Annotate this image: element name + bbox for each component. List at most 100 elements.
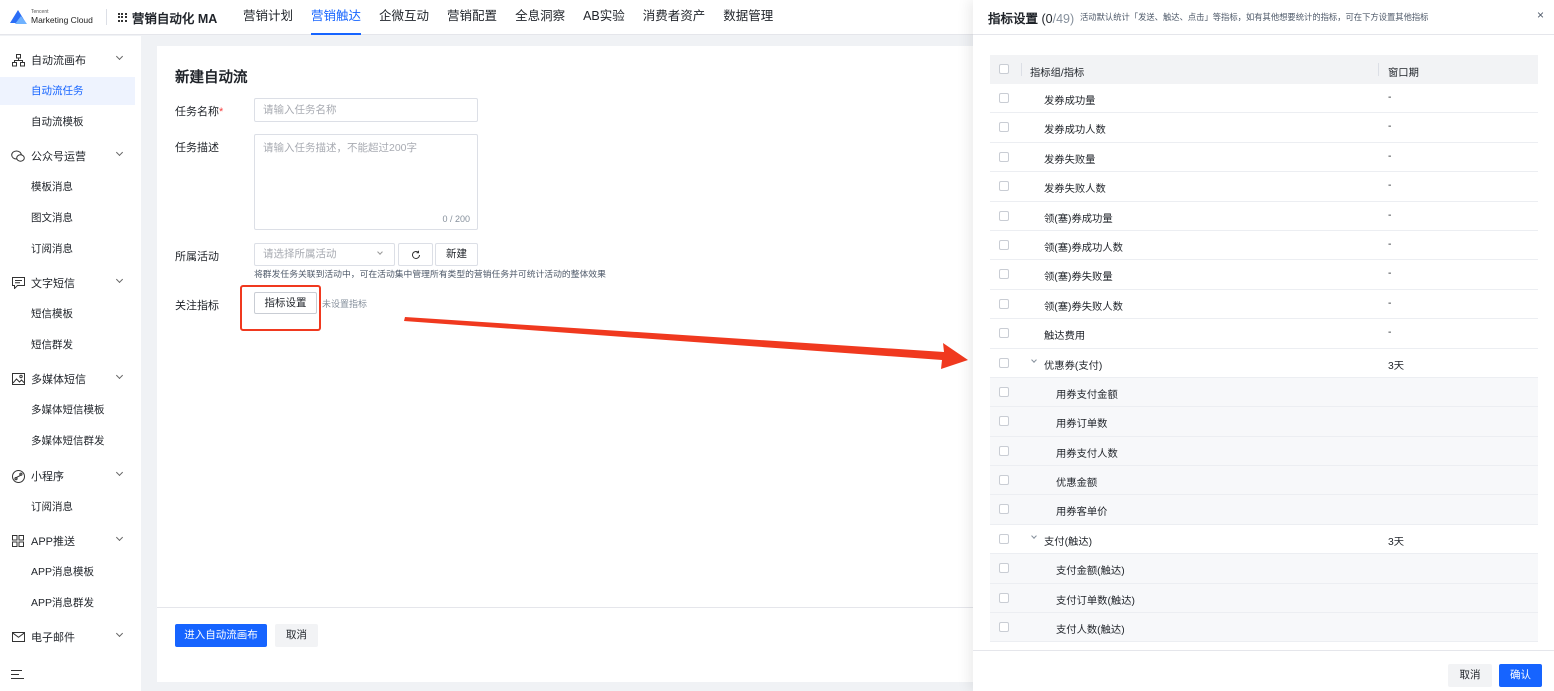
apps-grid-icon — [117, 12, 127, 22]
select-all-checkbox[interactable] — [999, 64, 1009, 74]
drawer-header: 指标设置 (0/49) 活动默认统计「发送、触达、点击」等指标，如有其他想要统计… — [973, 0, 1554, 35]
metric-name: 用券支付金额 — [1056, 389, 1118, 401]
sidebar-item-app-template[interactable]: APP消息模板 — [0, 558, 141, 586]
cancel-button[interactable]: 取消 — [275, 624, 318, 647]
metric-name: 优惠金额 — [1056, 478, 1098, 490]
row-checkbox[interactable] — [999, 504, 1009, 515]
row-checkbox[interactable] — [999, 592, 1009, 603]
nav-item-consumer-assets[interactable]: 消费者资产 — [643, 0, 706, 35]
logo-small-text: Tencent — [31, 8, 49, 15]
task-desc-textarea[interactable]: 请输入任务描述，不能超过200字 0 / 200 — [254, 134, 478, 230]
row-checkbox[interactable] — [999, 622, 1009, 633]
metric-name: 领(塞)券失败人数 — [1044, 301, 1123, 313]
row-checkbox[interactable] — [999, 93, 1009, 103]
tencent-marketing-cloud-logo[interactable]: Tencent Marketing Cloud — [10, 8, 93, 25]
nav-item-wecom[interactable]: 企微互动 — [379, 0, 429, 35]
metric-name: 优惠券(支付) — [1044, 360, 1103, 372]
refresh-button[interactable] — [398, 243, 433, 266]
metric-row[interactable]: 用券订单数 — [990, 407, 1538, 437]
row-checkbox[interactable] — [999, 357, 1009, 368]
sidebar-group-miniprogram[interactable]: 小程序 — [0, 462, 141, 490]
main-nav: 营销计划 营销触达 企微互动 营销配置 全息洞察 AB实验 消费者资产 数据管理 — [234, 0, 782, 35]
sidebar-item-flow-tasks[interactable]: 自动流任务 — [0, 77, 135, 105]
metric-row[interactable]: 发券成功人数 - — [990, 113, 1538, 143]
metric-row[interactable]: 发券失败量 - — [990, 143, 1538, 173]
row-checkbox[interactable] — [999, 563, 1009, 574]
row-checkbox[interactable] — [999, 122, 1009, 133]
drawer-cancel-button[interactable]: 取消 — [1448, 664, 1492, 687]
nav-item-data-management[interactable]: 数据管理 — [723, 0, 773, 35]
row-checkbox[interactable] — [999, 328, 1009, 339]
row-checkbox[interactable] — [999, 210, 1009, 221]
chevron-down-icon — [115, 533, 124, 542]
nav-item-insight[interactable]: 全息洞察 — [515, 0, 565, 35]
metric-name: 领(塞)券成功量 — [1044, 213, 1113, 225]
metric-group-row[interactable]: 优惠券(支付) 3天 — [990, 349, 1538, 378]
divider — [105, 9, 107, 25]
new-activity-button[interactable]: 新建 — [435, 243, 478, 266]
row-checkbox[interactable] — [999, 269, 1009, 280]
nav-item-ab-test[interactable]: AB实验 — [583, 0, 625, 35]
nav-item-plan[interactable]: 营销计划 — [243, 0, 293, 35]
row-checkbox[interactable] — [999, 239, 1009, 250]
metric-row[interactable]: 优惠金额 — [990, 466, 1538, 496]
row-checkbox[interactable] — [999, 386, 1009, 397]
task-desc-label: 任务描述 — [175, 142, 219, 154]
sidebar-item-miniprogram-subscribe[interactable]: 订阅消息 — [0, 493, 141, 521]
metric-row[interactable]: 用券支付金额 — [990, 377, 1538, 408]
drawer-confirm-button[interactable]: 确认 — [1499, 664, 1542, 687]
metric-name: 用券订单数 — [1056, 419, 1108, 431]
task-name-input[interactable]: 请输入任务名称 — [254, 98, 478, 122]
metric-row[interactable]: 发券失败人数 - — [990, 172, 1538, 202]
sidebar-group-flow[interactable]: 自动流画布 — [0, 46, 141, 74]
sidebar-item-subscribe-message[interactable]: 订阅消息 — [0, 235, 141, 263]
metric-row[interactable]: 触达费用 - — [990, 319, 1538, 349]
drawer-title: 指标设置 (0/49) — [988, 12, 1075, 26]
sidebar-item-sms-template[interactable]: 短信模板 — [0, 300, 141, 328]
close-icon[interactable]: × — [1537, 8, 1544, 22]
nav-item-config[interactable]: 营销配置 — [447, 0, 497, 35]
app-switcher[interactable]: 营销自动化 MA — [117, 8, 217, 27]
sidebar-item-flow-templates[interactable]: 自动流模板 — [0, 108, 141, 136]
row-checkbox[interactable] — [999, 445, 1009, 456]
row-checkbox[interactable] — [999, 475, 1009, 486]
metric-row[interactable]: 用券支付人数 — [990, 436, 1538, 467]
activity-select[interactable]: 请选择所属活动 — [254, 243, 395, 266]
sidebar-item-article-message[interactable]: 图文消息 — [0, 204, 141, 232]
sidebar-item-app-broadcast[interactable]: APP消息群发 — [0, 589, 141, 617]
metric-row[interactable]: 发券成功量 - — [990, 84, 1538, 114]
metric-row[interactable]: 领(塞)券成功量 - — [990, 202, 1538, 231]
metric-row[interactable]: 支付人数(触达) — [990, 613, 1538, 643]
metric-row[interactable]: 领(塞)券成功人数 - — [990, 231, 1538, 261]
wechat-icon — [11, 149, 25, 163]
metric-row[interactable]: 领(塞)券失败人数 - — [990, 290, 1538, 320]
sidebar-item-sms-broadcast[interactable]: 短信群发 — [0, 331, 141, 359]
metric-row[interactable]: 用券客单价 — [990, 495, 1538, 525]
metric-group-row[interactable]: 支付(触达) 3天 — [990, 525, 1538, 555]
metric-row[interactable]: 领(塞)券失败量 - — [990, 260, 1538, 290]
sidebar-group-wechat[interactable]: 公众号运营 — [0, 142, 141, 170]
row-checkbox[interactable] — [999, 181, 1009, 192]
row-checkbox[interactable] — [999, 298, 1009, 309]
annotation-highlight-box — [240, 285, 321, 331]
metric-row[interactable]: 支付金额(触达) — [990, 554, 1538, 584]
row-checkbox[interactable] — [999, 151, 1009, 162]
metric-window: - — [1388, 327, 1392, 339]
metric-name: 用券客单价 — [1056, 507, 1108, 519]
sidebar-item-template-message[interactable]: 模板消息 — [0, 173, 141, 201]
enter-canvas-button[interactable]: 进入自动流画布 — [175, 624, 267, 647]
row-checkbox[interactable] — [999, 533, 1009, 544]
metric-row[interactable]: 支付订单数(触达) — [990, 583, 1538, 614]
sidebar-group-app-push[interactable]: APP推送 — [0, 527, 141, 555]
sidebar-group-mms[interactable]: 多媒体短信 — [0, 365, 141, 393]
collapse-sidebar-icon[interactable] — [11, 670, 24, 680]
nav-item-reach[interactable]: 营销触达 — [311, 0, 362, 35]
row-checkbox[interactable] — [999, 416, 1009, 427]
sidebar-item-mms-broadcast[interactable]: 多媒体短信群发 — [0, 427, 141, 455]
required-mark: * — [219, 106, 224, 118]
chevron-down-icon[interactable] — [1031, 533, 1037, 539]
sidebar-group-sms[interactable]: 文字短信 — [0, 269, 141, 297]
sidebar-item-mms-template[interactable]: 多媒体短信模板 — [0, 396, 141, 424]
chevron-down-icon[interactable] — [1031, 356, 1037, 363]
sidebar-group-email[interactable]: 电子邮件 — [0, 623, 141, 651]
